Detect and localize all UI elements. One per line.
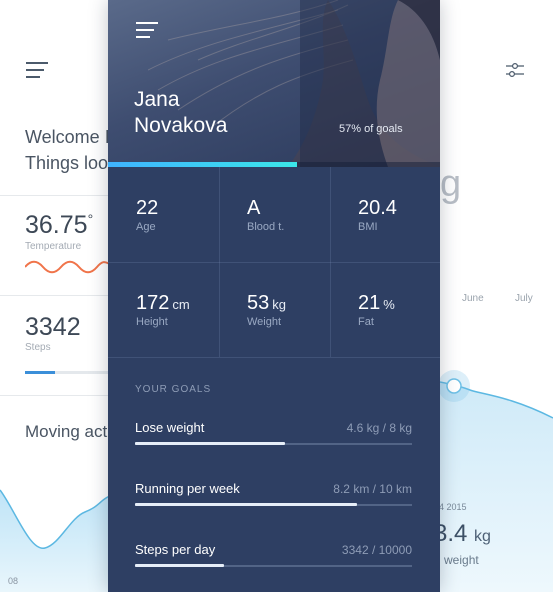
stat-age: 22 Age (136, 197, 159, 233)
dashboard-card-right: g June July 14 2015 3.4 kg n weight (440, 0, 553, 592)
month-label: June (462, 293, 484, 304)
profile-card: Jana Novakova 57% of goals 22 Age A Bloo… (108, 0, 440, 592)
temperature-label: Temperature (25, 241, 82, 252)
heading-fragment: g (440, 163, 462, 205)
stat-blood-type: A Blood t. (247, 197, 285, 233)
date-label: 14 2015 (440, 502, 467, 512)
goal-progress-fill (135, 503, 357, 506)
month-label: July (515, 293, 533, 304)
welcome-text: Welcome I Things loo (25, 127, 110, 173)
goal-item-running[interactable]: Running per week 8.2 km / 10 km (135, 481, 412, 515)
photo-overlay (300, 0, 440, 167)
weight-label: n weight (440, 553, 479, 567)
goal-progress-fill (135, 442, 285, 445)
moving-activity-title: Moving act (25, 422, 108, 441)
filter-icon[interactable] (506, 62, 524, 78)
goal-item-lose-weight[interactable]: Lose weight 4.6 kg / 8 kg (135, 420, 412, 454)
profile-name: Jana Novakova (134, 88, 228, 137)
divider (0, 195, 110, 196)
stat-fat: 21% Fat (358, 292, 395, 328)
goals-percent-label: 57% of goals (339, 123, 403, 135)
temperature-wave-chart (25, 260, 110, 274)
weight-value: 3.4 kg (440, 520, 491, 547)
goal-value: 4.6 kg / 8 kg (346, 421, 412, 435)
stat-height: 172 cm Height (136, 292, 190, 328)
goal-name: Running per week (135, 481, 240, 496)
profile-header: Jana Novakova 57% of goals (108, 0, 440, 167)
divider (0, 295, 110, 296)
stat-bmi: 20.4 BMI (358, 197, 397, 233)
steps-value: 3342 (25, 313, 81, 341)
goals-section-title: YOUR GOALS (135, 384, 212, 395)
goal-progress-fill (135, 564, 224, 567)
steps-progress-fill (25, 371, 55, 374)
menu-icon[interactable] (136, 22, 160, 40)
stat-weight: 53 kg Weight (247, 292, 286, 328)
chart-tick-label: 08 (8, 576, 19, 586)
goal-value: 3342 / 10000 (341, 543, 412, 557)
stats-grid: 22 Age A Blood t. 20.4 BMI 172 cm Height … (108, 167, 440, 358)
divider (0, 395, 110, 396)
goal-value: 8.2 km / 10 km (333, 482, 412, 496)
menu-icon[interactable] (26, 62, 48, 78)
activity-area-chart (0, 489, 110, 592)
chart-point-marker (446, 378, 462, 394)
goal-name: Lose weight (135, 420, 205, 435)
temperature-value: 36.75° (25, 211, 94, 239)
steps-label: Steps (25, 342, 51, 353)
goal-name: Steps per day (135, 542, 216, 557)
dashboard-card-left: Welcome I Things loo 36.75° Temperature … (0, 0, 110, 592)
goal-item-steps[interactable]: Steps per day 3342 / 10000 (135, 542, 412, 576)
